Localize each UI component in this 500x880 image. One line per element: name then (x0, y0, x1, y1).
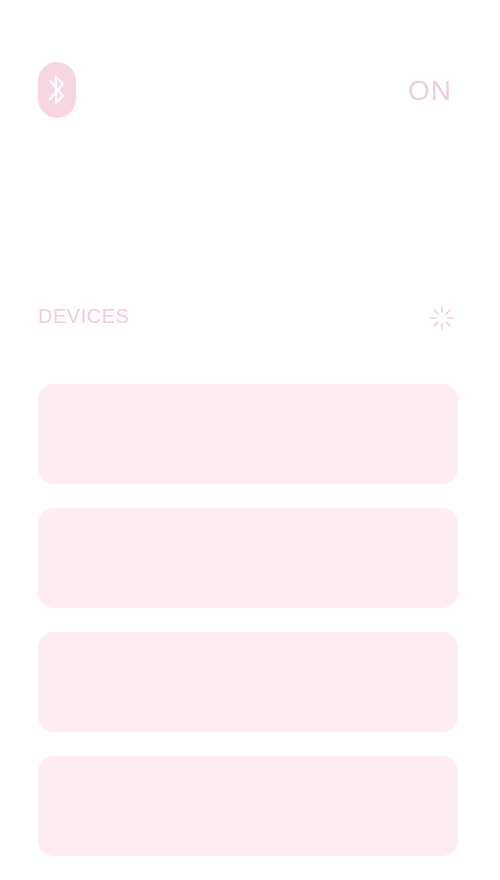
devices-section-title: DEVICES (38, 306, 130, 328)
device-card-placeholder[interactable] (38, 384, 458, 484)
device-list (38, 384, 458, 880)
spinner-icon (428, 304, 456, 332)
bluetooth-status-toggle[interactable]: ON (408, 74, 452, 108)
bluetooth-icon[interactable] (38, 62, 76, 118)
device-card-placeholder[interactable] (38, 756, 458, 856)
device-card-placeholder[interactable] (38, 508, 458, 608)
device-card-placeholder[interactable] (38, 632, 458, 732)
